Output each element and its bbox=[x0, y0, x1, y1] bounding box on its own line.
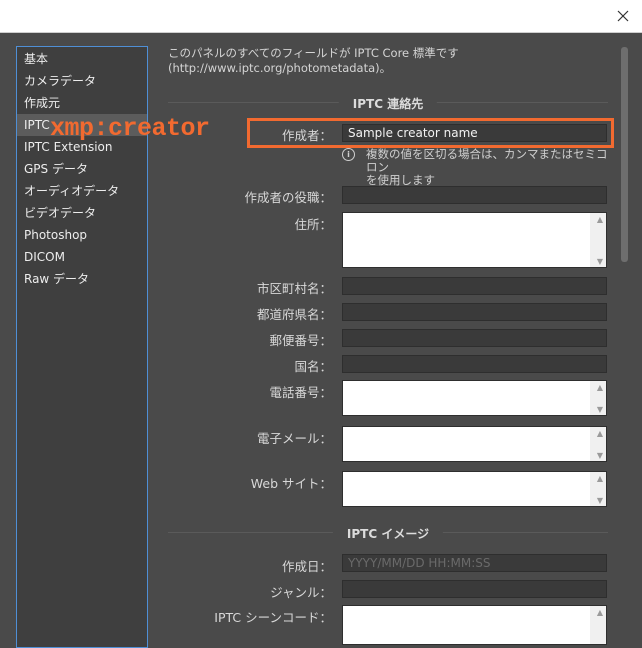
chevron-down-icon[interactable]: ▼ bbox=[597, 451, 603, 460]
section-header-image: IPTC イメージ bbox=[168, 525, 608, 542]
country-field[interactable] bbox=[342, 355, 607, 373]
sidebar-item-video-data[interactable]: ビデオデータ bbox=[17, 202, 147, 224]
panel-scrollbar[interactable] bbox=[621, 32, 629, 642]
city-field[interactable] bbox=[342, 277, 607, 295]
window-titlebar bbox=[0, 0, 642, 33]
scrollbar-thumb[interactable] bbox=[621, 47, 628, 262]
website-field[interactable]: ▲ ▼ bbox=[342, 471, 607, 507]
state-label: 都道府県名： bbox=[256, 307, 332, 322]
chevron-up-icon[interactable]: ▲ bbox=[597, 383, 603, 392]
date-created-field[interactable]: YYYY/MM/DD HH:MM:SS bbox=[342, 554, 607, 572]
annotation-label: xmp:creator bbox=[50, 114, 210, 143]
postal-code-label: 郵便番号： bbox=[269, 333, 332, 348]
phone-field[interactable]: ▲ ▼ bbox=[342, 380, 607, 416]
sidebar-item-dicom[interactable]: DICOM bbox=[17, 246, 147, 268]
section-title-contact: IPTC 連絡先 bbox=[338, 95, 438, 112]
creator-hint-line-1: 複数の値を区切る場合は、カンマまたはセミコロン bbox=[366, 147, 608, 174]
intro-line-1: このパネルのすべてのフィールドが IPTC Core 標準です bbox=[168, 46, 459, 60]
sidebar-item-gps-data[interactable]: GPS データ bbox=[17, 158, 147, 180]
website-label: Web サイト： bbox=[250, 476, 332, 491]
close-icon bbox=[617, 10, 629, 22]
creator-job-field[interactable] bbox=[342, 186, 607, 204]
address-field[interactable]: ▲ ▼ bbox=[342, 212, 607, 268]
chevron-down-icon[interactable]: ▼ bbox=[597, 405, 603, 414]
section-title-image: IPTC イメージ bbox=[332, 525, 444, 542]
chevron-down-icon[interactable]: ▼ bbox=[597, 496, 603, 505]
chevron-up-icon[interactable]: ▲ bbox=[597, 608, 603, 617]
genre-field[interactable] bbox=[342, 580, 607, 598]
sidebar-item-raw-data[interactable]: Raw データ bbox=[17, 268, 147, 290]
sidebar-item-origin[interactable]: 作成元 bbox=[17, 92, 147, 114]
address-scrollbar[interactable]: ▲ ▼ bbox=[590, 213, 606, 267]
phone-label: 電話番号： bbox=[269, 385, 332, 400]
annotation-highlight-box bbox=[247, 118, 614, 148]
chevron-down-icon[interactable]: ▼ bbox=[597, 257, 603, 266]
email-scrollbar[interactable]: ▲ ▼ bbox=[590, 427, 606, 461]
section-header-contact: IPTC 連絡先 bbox=[168, 95, 608, 112]
intro-text: このパネルのすべてのフィールドが IPTC Core 標準です (http://… bbox=[168, 46, 459, 76]
creator-job-label: 作成者の役職： bbox=[244, 190, 332, 205]
close-button[interactable] bbox=[610, 4, 636, 28]
address-label: 住所： bbox=[294, 217, 332, 232]
chevron-up-icon[interactable]: ▲ bbox=[597, 215, 603, 224]
sidebar-item-basic[interactable]: 基本 bbox=[17, 48, 147, 70]
chevron-up-icon[interactable]: ▲ bbox=[597, 429, 603, 438]
country-label: 国名： bbox=[294, 359, 332, 374]
date-created-label: 作成日： bbox=[281, 559, 332, 574]
state-field[interactable] bbox=[342, 303, 607, 321]
scene-code-label: IPTC シーンコード： bbox=[214, 610, 332, 625]
website-scrollbar[interactable]: ▲ ▼ bbox=[590, 472, 606, 506]
email-field[interactable]: ▲ ▼ bbox=[342, 426, 607, 462]
scene-code-scrollbar[interactable]: ▲ bbox=[590, 606, 606, 644]
sidebar-item-photoshop[interactable]: Photoshop bbox=[17, 224, 147, 246]
scene-code-field[interactable]: ▲ bbox=[342, 605, 607, 645]
phone-scrollbar[interactable]: ▲ ▼ bbox=[590, 381, 606, 415]
sidebar-item-camera-data[interactable]: カメラデータ bbox=[17, 70, 147, 92]
sidebar-item-audio-data[interactable]: オーディオデータ bbox=[17, 180, 147, 202]
intro-line-2: (http://www.iptc.org/photometadata)。 bbox=[168, 61, 392, 75]
genre-label: ジャンル： bbox=[270, 585, 332, 600]
email-label: 電子メール： bbox=[256, 431, 332, 446]
postal-code-field[interactable] bbox=[342, 329, 607, 347]
city-label: 市区町村名： bbox=[256, 281, 332, 296]
chevron-up-icon[interactable]: ▲ bbox=[597, 474, 603, 483]
info-icon: i bbox=[342, 148, 355, 161]
